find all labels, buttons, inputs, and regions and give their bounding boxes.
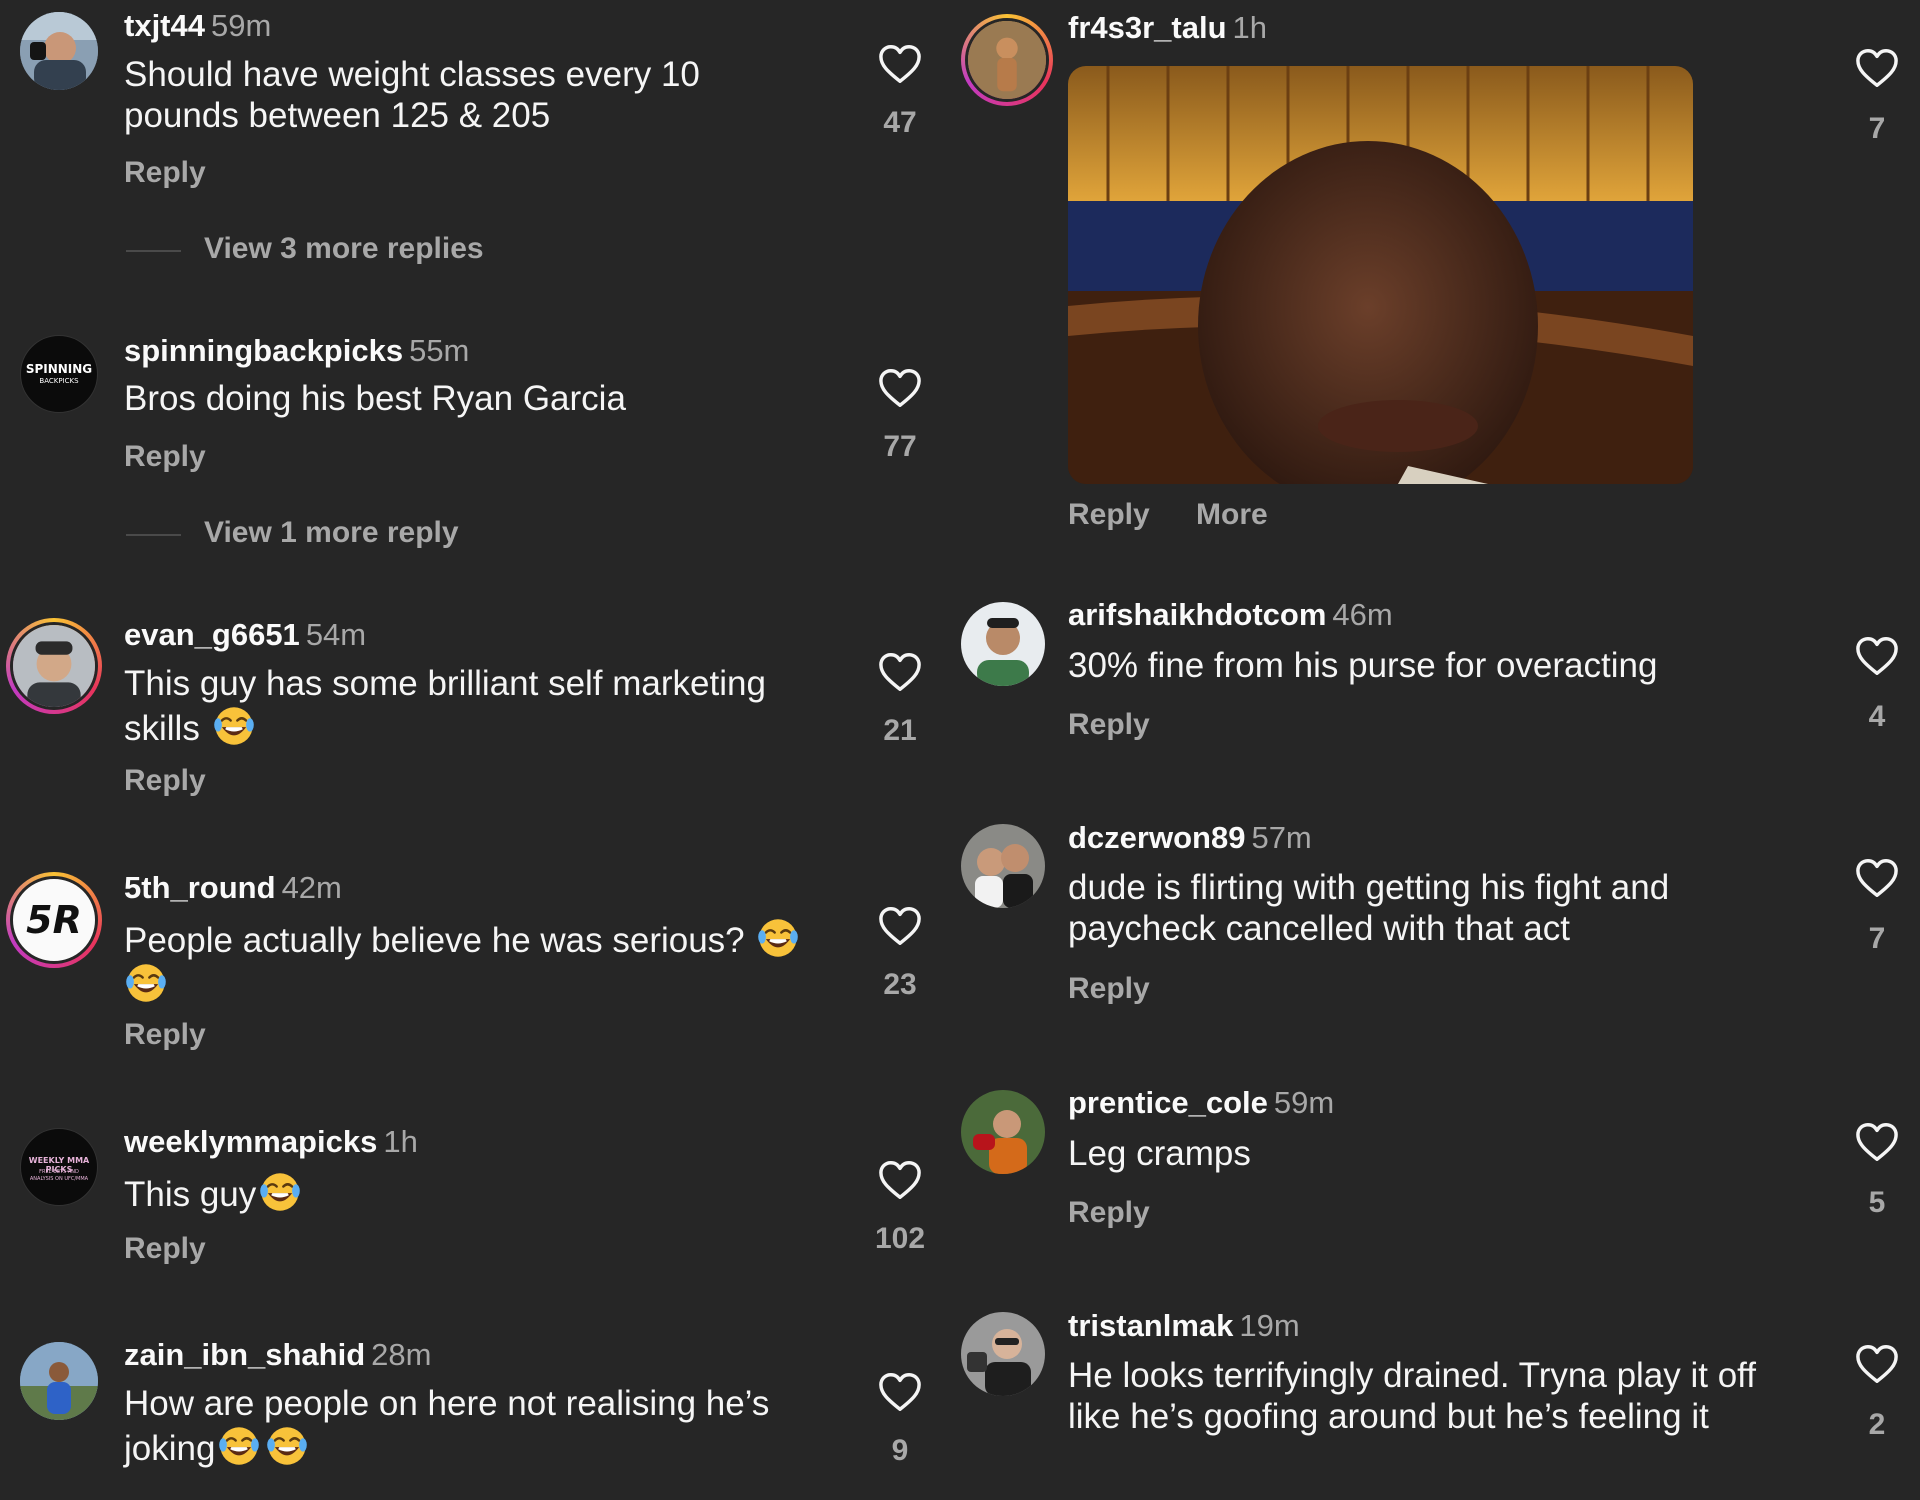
- reply-button[interactable]: Reply: [124, 156, 206, 190]
- comment-username[interactable]: arifshaikhdotcom 46m: [1068, 597, 1393, 633]
- comment-username[interactable]: evan_g6651 54m: [124, 617, 366, 653]
- replies-divider: [126, 250, 181, 252]
- like-count: 23: [883, 968, 917, 1001]
- like-count: 9: [891, 1434, 909, 1467]
- avatar-label: 5R: [26, 898, 82, 942]
- heart-icon[interactable]: [1855, 636, 1899, 676]
- comment-time: 54m: [305, 617, 367, 652]
- comment-username[interactable]: fr4s3r_talu 1h: [1068, 10, 1267, 46]
- laughing-emoji-icon: [212, 704, 256, 748]
- avatar-sublabel: FREE BETS AND ANALYSIS ON UFC/MMA: [29, 1169, 89, 1182]
- view-replies-button[interactable]: View 1 more reply: [204, 516, 459, 550]
- comment-time: 46m: [1332, 597, 1393, 632]
- view-replies-button[interactable]: View 3 more replies: [204, 232, 484, 266]
- heart-icon[interactable]: [878, 652, 922, 692]
- comment-username[interactable]: 5th_round 42m: [124, 870, 342, 906]
- comment-text: Should have weight classes every 10 poun…: [124, 55, 700, 135]
- comment-text: 30% fine from his purse for overacting: [1068, 646, 1658, 685]
- gif-image: [1068, 66, 1693, 484]
- heart-icon[interactable]: [878, 1160, 922, 1200]
- replies-divider: [126, 534, 181, 536]
- heart-icon[interactable]: [1855, 1344, 1899, 1384]
- avatar[interactable]: WEEKLY MMA PICKS FREE BETS AND ANALYSIS …: [20, 1128, 98, 1206]
- like-count: 77: [883, 430, 917, 463]
- avatar[interactable]: [20, 12, 98, 90]
- avatar[interactable]: [20, 1342, 98, 1420]
- avatar[interactable]: [961, 1312, 1045, 1396]
- like-count: 2: [1868, 1408, 1886, 1441]
- avatar-sublabel: BACKPICKS: [39, 377, 79, 385]
- avatar[interactable]: [961, 602, 1045, 686]
- avatar[interactable]: SPINNING BACKPICKS: [20, 335, 98, 413]
- like-count: 4: [1868, 700, 1886, 733]
- comment-username[interactable]: spinningbackpicks 55m: [124, 333, 469, 369]
- heart-icon[interactable]: [1855, 48, 1899, 88]
- avatar[interactable]: [961, 824, 1045, 908]
- like-count: 21: [883, 714, 917, 747]
- laughing-emoji-icon: [124, 961, 168, 1005]
- comment-text: Bros doing his best Ryan Garcia: [124, 379, 626, 418]
- reply-button[interactable]: Reply: [1068, 1196, 1150, 1230]
- comment-time: 59m: [1273, 1085, 1335, 1120]
- avatar-label: SPINNING: [25, 362, 93, 376]
- comment-text: This guy: [124, 1170, 764, 1215]
- comment-text: People actually believe he was serious?: [124, 916, 844, 1006]
- comment-text: How are people on here not realising he’…: [124, 1383, 824, 1469]
- reply-button[interactable]: Reply: [1068, 708, 1150, 742]
- reply-button[interactable]: Reply: [124, 440, 206, 474]
- heart-icon[interactable]: [878, 1372, 922, 1412]
- reply-button[interactable]: Reply: [1068, 972, 1150, 1006]
- comment-time: 57m: [1251, 820, 1312, 855]
- avatar[interactable]: 5R: [6, 872, 102, 968]
- laughing-emoji-icon: [258, 1170, 302, 1214]
- reply-button[interactable]: Reply: [124, 764, 206, 798]
- laughing-emoji-icon: [265, 1424, 309, 1468]
- comment-username[interactable]: tristanlmak 19m: [1068, 1308, 1300, 1344]
- like-count: 5: [1868, 1186, 1886, 1219]
- laughing-emoji-icon: [756, 916, 800, 960]
- reply-button[interactable]: Reply: [1068, 498, 1150, 532]
- reply-button[interactable]: Reply: [124, 1018, 206, 1052]
- comment-time: 19m: [1239, 1308, 1300, 1343]
- comment-time: 55m: [409, 333, 470, 368]
- heart-icon[interactable]: [878, 44, 922, 84]
- reply-button[interactable]: Reply: [124, 1232, 206, 1266]
- reaction-gif[interactable]: [1068, 66, 1693, 484]
- laughing-emoji-icon: [217, 1424, 261, 1468]
- heart-icon[interactable]: [878, 906, 922, 946]
- avatar[interactable]: [6, 618, 102, 714]
- like-count: 102: [874, 1222, 926, 1255]
- comment-username[interactable]: dczerwon89 57m: [1068, 820, 1312, 856]
- comment-username[interactable]: txjt44 59m: [124, 8, 271, 44]
- comment-text-content: This guy: [124, 1175, 257, 1214]
- like-count: 47: [883, 106, 917, 139]
- comment-text: He looks terrifyingly drained. Tryna pla…: [1068, 1356, 1757, 1436]
- avatar[interactable]: [961, 1090, 1045, 1174]
- comment-username[interactable]: zain_ibn_shahid 28m: [124, 1337, 431, 1373]
- like-count: 7: [1868, 112, 1886, 145]
- comment-time: 28m: [371, 1337, 432, 1372]
- like-count: 7: [1868, 922, 1886, 955]
- comment-text: Leg cramps: [1068, 1134, 1251, 1173]
- heart-icon[interactable]: [878, 368, 922, 408]
- comment-time: 1h: [383, 1124, 418, 1159]
- comment-text: dude is flirting with getting his fight …: [1068, 868, 1670, 948]
- heart-icon[interactable]: [1855, 1122, 1899, 1162]
- comment-username[interactable]: prentice_cole 59m: [1068, 1085, 1334, 1121]
- comment-username[interactable]: weeklymmapicks 1h: [124, 1124, 418, 1160]
- comment-text: This guy has some brilliant self marketi…: [124, 663, 824, 749]
- avatar[interactable]: [961, 14, 1053, 106]
- comment-text-content: People actually believe he was serious?: [124, 921, 745, 960]
- comment-time: 42m: [281, 870, 342, 905]
- comment-time: 1h: [1232, 10, 1268, 45]
- heart-icon[interactable]: [1855, 858, 1899, 898]
- comment-time: 59m: [210, 8, 272, 43]
- more-button[interactable]: More: [1196, 498, 1268, 532]
